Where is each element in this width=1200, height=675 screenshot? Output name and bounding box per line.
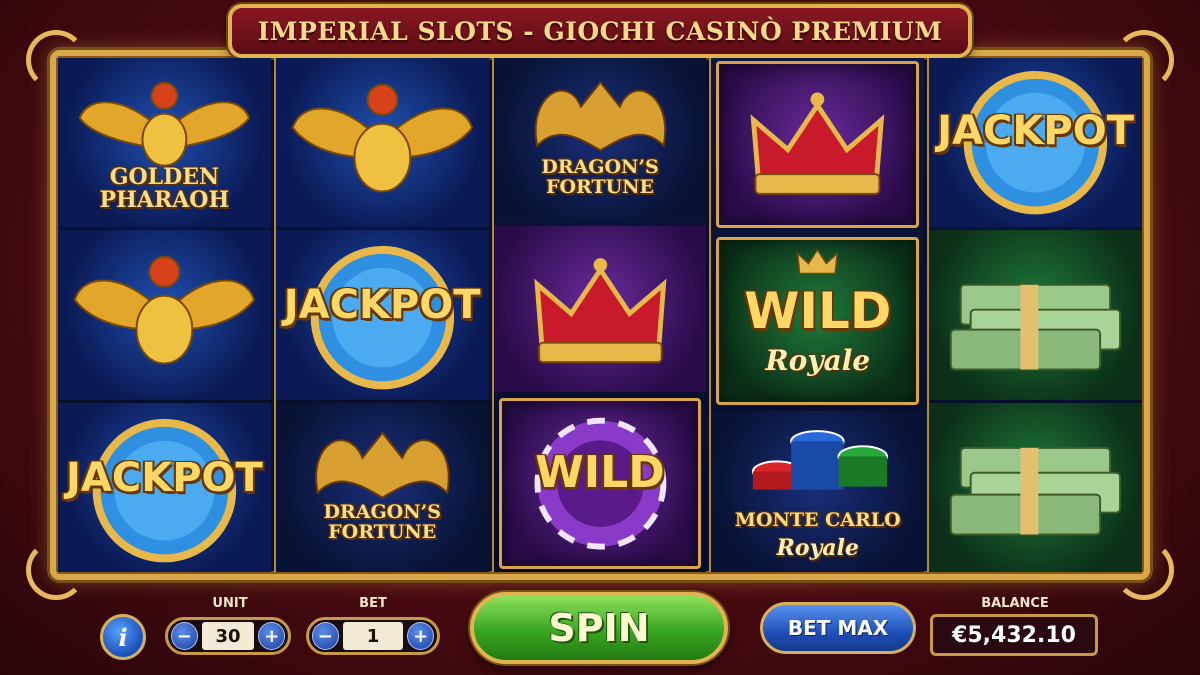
reel-4: WILD Royale MONTE CARLO Royale [709,58,925,572]
bet-value: 1 [342,622,404,650]
jackpot-text: JACKPOT [283,282,481,329]
symbol-label: MONTE CARLO [734,508,901,531]
symbol-jackpot: JACKPOT [929,58,1142,228]
unit-value: 30 [201,622,255,650]
symbol-wild-chip: WILD [498,397,702,569]
symbol-label: DRAGON’S FORTUNE [323,500,441,543]
symbol-dragons-fortune: DRAGON’S FORTUNE [275,402,489,572]
symbol-jackpot: JACKPOT [58,402,271,572]
reel-1: GOLDEN PHARAOH JACKPOT [58,58,271,572]
symbol-cash [929,230,1142,400]
symbol-label: DRAGON’S FORTUNE [541,156,659,198]
bet-max-button[interactable]: BET MAX [760,602,916,654]
symbol-scarab [58,230,271,400]
dragon-icon [534,80,666,152]
game-title: IMPERIAL SLOTS - GIOCHI CASINÒ PREMIUM [228,4,972,58]
bet-increase-button[interactable]: + [407,622,434,650]
symbol-wild-royale: WILD Royale [716,237,920,405]
balance-value: €5,432.10 [930,614,1098,656]
scarab-icon [291,83,473,193]
crown-icon [533,258,667,364]
royale-text: Royale [765,344,871,378]
crown-icon [750,92,885,195]
unit-stepper: − 30 + [165,617,291,655]
dragon-icon [314,430,450,499]
bet-decrease-button[interactable]: − [312,622,339,650]
symbol-jackpot: JACKPOT [275,230,489,400]
symbol-crown [493,226,707,392]
balance-label: BALANCE [981,596,1049,611]
reel-2: JACKPOT DRAGON’S FORTUNE [273,58,489,572]
bet-stepper: − 1 + [306,617,440,655]
reel-3: DRAGON’S FORTUNE WILD [491,58,707,572]
royale-text: Royale [776,534,859,561]
unit-increase-button[interactable]: + [258,622,286,650]
unit-label: UNIT [212,596,248,611]
unit-decrease-button[interactable]: − [171,622,198,650]
symbol-crown [716,61,920,229]
jackpot-text: JACKPOT [937,108,1134,154]
jackpot-text: JACKPOT [66,454,263,501]
info-button[interactable]: i [100,614,146,660]
symbol-monte-carlo-royale: MONTE CARLO Royale [711,410,925,572]
wild-text: WILD [535,446,665,498]
reel-grid: GOLDEN PHARAOH JACKPOT JACKPOT DRAGON’S … [58,58,1142,572]
cash-stack-icon [949,446,1122,536]
symbol-label: GOLDEN PHARAOH [99,164,230,214]
symbol-cash [929,402,1142,572]
symbol-dragons-fortune: DRAGON’S FORTUNE [493,58,707,224]
spin-button[interactable]: SPIN [470,592,728,664]
symbol-golden-pharaoh: GOLDEN PHARAOH [58,58,271,228]
wild-text: WILD [744,282,892,341]
cash-stack-icon [949,284,1122,371]
scarab-icon [73,256,256,365]
bet-label: BET [359,596,387,611]
symbol-scarab [275,58,489,228]
reel-5: JACKPOT [927,58,1142,572]
